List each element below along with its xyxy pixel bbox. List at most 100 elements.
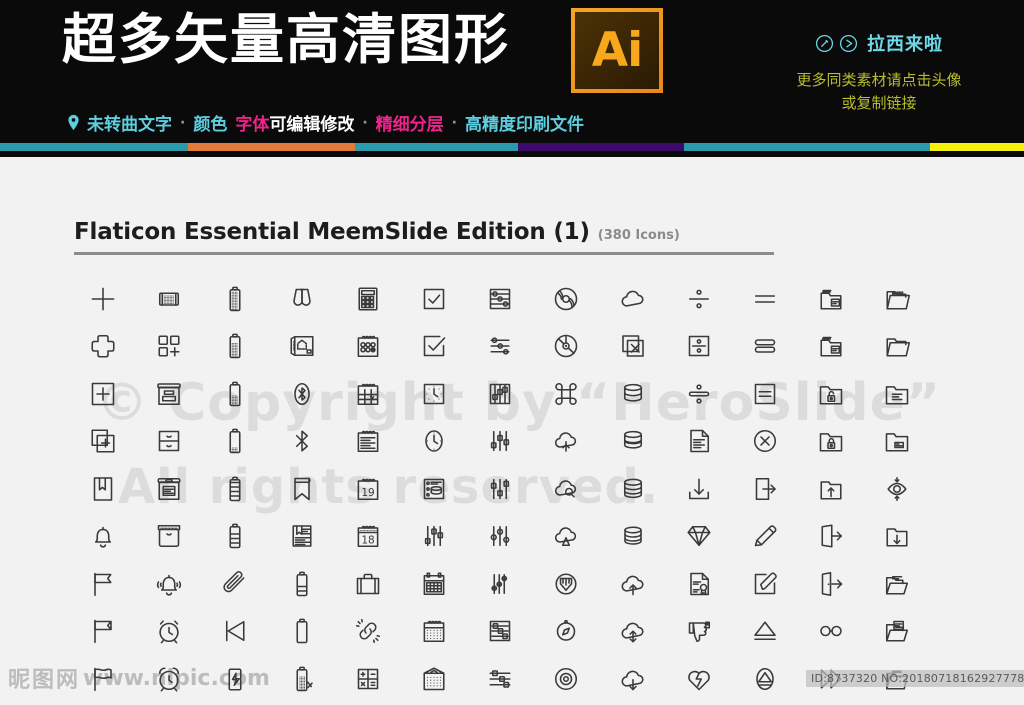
calendar-dots-icon[interactable] — [353, 331, 383, 361]
equals-icon[interactable] — [750, 284, 780, 314]
cloud-download-icon[interactable] — [618, 664, 648, 694]
battery-dotted-full-icon[interactable] — [220, 284, 250, 314]
flag-wave-icon[interactable] — [88, 664, 118, 694]
icon-cell[interactable] — [666, 560, 732, 608]
calculator-icon[interactable] — [353, 284, 383, 314]
calculator-ops-icon[interactable] — [353, 664, 383, 694]
bell-ring-icon[interactable] — [154, 569, 184, 599]
icon-cell[interactable] — [70, 465, 136, 513]
plus-square-icon[interactable] — [88, 379, 118, 409]
icon-cell[interactable] — [666, 608, 732, 656]
icon-cell[interactable] — [600, 275, 666, 323]
vinyl-record-icon[interactable] — [551, 284, 581, 314]
clipboard-lines-icon[interactable] — [353, 426, 383, 456]
database-dotted-icon[interactable] — [618, 426, 648, 456]
flag-pennant-icon[interactable] — [88, 569, 118, 599]
sliders-square-icon[interactable] — [485, 379, 515, 409]
icon-cell[interactable] — [666, 275, 732, 323]
calendar-dotted-icon[interactable] — [419, 616, 449, 646]
icon-cell[interactable] — [136, 370, 202, 418]
battery-dotted-drain-icon[interactable] — [287, 664, 317, 694]
archive-box-form-icon[interactable] — [154, 474, 184, 504]
diamond-icon[interactable] — [684, 521, 714, 551]
divide-box-icon[interactable] — [684, 331, 714, 361]
icon-cell[interactable] — [533, 608, 599, 656]
blueprint-icon[interactable] — [287, 331, 317, 361]
icon-cell[interactable] — [533, 275, 599, 323]
compass-icon[interactable] — [551, 616, 581, 646]
divide-bar-icon[interactable] — [684, 379, 714, 409]
icon-cell[interactable] — [335, 323, 401, 371]
icon-cell[interactable] — [269, 418, 335, 466]
copy-close-icon[interactable] — [618, 331, 648, 361]
icon-cell[interactable] — [864, 418, 930, 466]
folder-documents-2-icon[interactable] — [816, 331, 846, 361]
bookmark-document-icon[interactable] — [287, 521, 317, 551]
battery-level-full-icon[interactable] — [220, 474, 250, 504]
folder-lines-icon[interactable] — [882, 379, 912, 409]
logout-door-icon[interactable] — [816, 521, 846, 551]
sliders-panel-3-icon[interactable] — [485, 664, 515, 694]
folder-unlock-icon[interactable] — [816, 379, 846, 409]
equals-rounded-icon[interactable] — [750, 331, 780, 361]
icon-cell[interactable] — [136, 465, 202, 513]
equals-square-icon[interactable] — [750, 379, 780, 409]
copy-add-icon[interactable] — [88, 426, 118, 456]
icon-cell[interactable] — [202, 418, 268, 466]
database-stack-icon[interactable] — [618, 474, 648, 504]
plus-thin-icon[interactable] — [88, 284, 118, 314]
icon-cell[interactable] — [70, 323, 136, 371]
icon-cell[interactable] — [269, 560, 335, 608]
icon-cell[interactable] — [600, 655, 666, 703]
edit-square-icon[interactable] — [750, 569, 780, 599]
command-icon[interactable] — [551, 379, 581, 409]
tree-cloud-icon[interactable] — [551, 521, 581, 551]
icon-cell[interactable] — [533, 323, 599, 371]
icon-cell[interactable] — [666, 513, 732, 561]
icon-cell[interactable] — [732, 275, 798, 323]
icon-cell[interactable] — [401, 275, 467, 323]
shield-crest-icon[interactable] — [551, 569, 581, 599]
paperclip-icon[interactable] — [220, 569, 250, 599]
icon-cell[interactable] — [136, 655, 202, 703]
icon-cell[interactable] — [864, 608, 930, 656]
download-box-icon[interactable] — [684, 474, 714, 504]
glasses-icon[interactable] — [816, 616, 846, 646]
icon-cell[interactable] — [533, 465, 599, 513]
icon-cell[interactable] — [864, 370, 930, 418]
battery-dotted-half-icon[interactable] — [220, 379, 250, 409]
icon-cell[interactable] — [401, 608, 467, 656]
icon-cell[interactable] — [335, 418, 401, 466]
icon-cell[interactable] — [732, 370, 798, 418]
target-disc-icon[interactable] — [551, 664, 581, 694]
checkbox-checked-icon[interactable] — [419, 284, 449, 314]
bookmark-book-icon[interactable] — [88, 474, 118, 504]
alarm-clock-icon[interactable] — [154, 616, 184, 646]
battery-dotted-three-quarter-icon[interactable] — [220, 331, 250, 361]
icon-cell[interactable] — [70, 560, 136, 608]
icon-cell[interactable] — [136, 275, 202, 323]
icon-cell[interactable] — [202, 560, 268, 608]
bluetooth-oval-icon[interactable] — [287, 379, 317, 409]
icon-cell[interactable] — [467, 513, 533, 561]
icon-cell[interactable] — [533, 418, 599, 466]
icon-cell[interactable] — [732, 608, 798, 656]
folder-documents-icon[interactable] — [816, 284, 846, 314]
file-cabinet-icon[interactable] — [154, 426, 184, 456]
database-stack-2-icon[interactable] — [618, 521, 648, 551]
logout-icon[interactable] — [750, 474, 780, 504]
briefcase-icon[interactable] — [353, 569, 383, 599]
icon-cell[interactable] — [666, 323, 732, 371]
sliders-panel-2-icon[interactable] — [485, 616, 515, 646]
bookmark-ribbon-icon[interactable] — [287, 474, 317, 504]
icon-cell[interactable] — [533, 513, 599, 561]
icon-cell[interactable] — [600, 513, 666, 561]
sliders-horizontal-icon[interactable] — [485, 331, 515, 361]
sliders-vertical-3-icon[interactable] — [419, 521, 449, 551]
folder-lock-icon[interactable] — [816, 426, 846, 456]
icon-cell[interactable] — [202, 323, 268, 371]
icon-cell[interactable] — [798, 513, 864, 561]
icon-cell[interactable] — [202, 608, 268, 656]
battery-empty-icon[interactable] — [287, 616, 317, 646]
icon-cell[interactable] — [467, 608, 533, 656]
